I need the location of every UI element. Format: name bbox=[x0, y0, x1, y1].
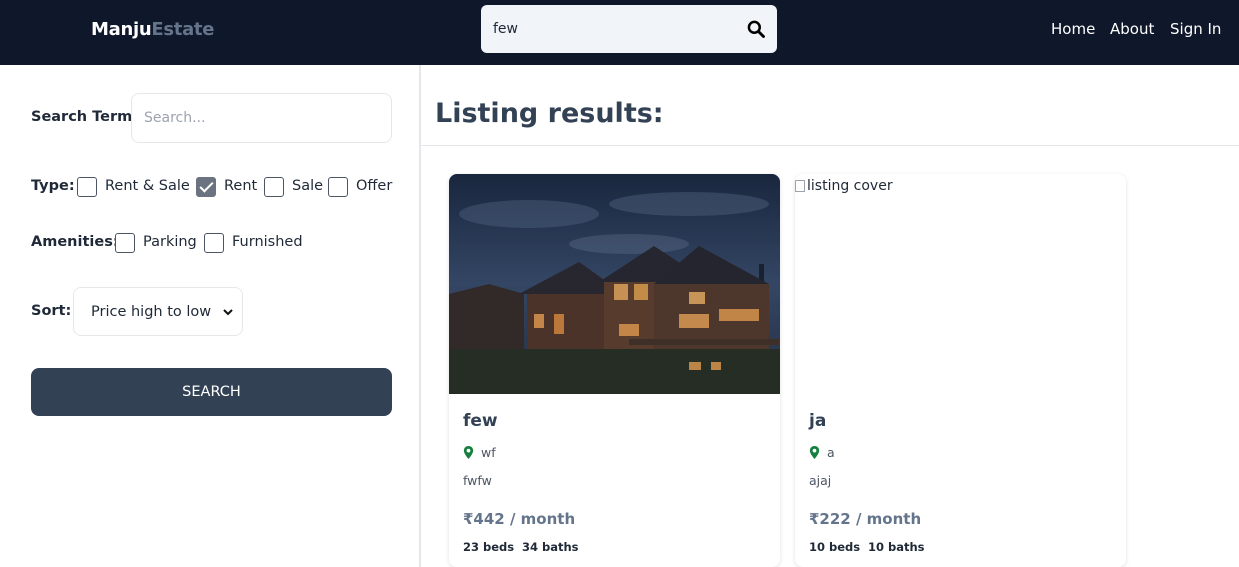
search-icon[interactable] bbox=[746, 19, 766, 39]
listing-address: wf bbox=[481, 445, 496, 460]
listing-description: fwfw bbox=[463, 473, 492, 488]
checkbox-label-offer: Offer bbox=[356, 178, 393, 194]
nav-about-link[interactable]: About bbox=[1110, 20, 1154, 38]
sort-select-value: Price high to low bbox=[91, 304, 212, 320]
checkbox-furnished[interactable] bbox=[204, 233, 224, 253]
logo-part-manju: Manju bbox=[91, 19, 152, 40]
broken-image-icon bbox=[795, 180, 805, 192]
checkbox-sale[interactable] bbox=[264, 177, 284, 197]
listing-cover-alt-text: listing cover bbox=[807, 178, 893, 194]
nav-home-link[interactable]: Home bbox=[1051, 20, 1095, 38]
search-button[interactable]: SEARCH bbox=[31, 368, 392, 416]
listing-title[interactable]: ja bbox=[809, 411, 826, 431]
listing-title[interactable]: few bbox=[463, 411, 498, 431]
listing-price: ₹222 / month bbox=[809, 510, 922, 528]
listing-baths: 34 baths bbox=[522, 540, 579, 554]
listing-card[interactable]: listing cover ja a ajaj ₹222 / month 10 … bbox=[795, 174, 1126, 567]
header-search-input[interactable] bbox=[493, 19, 733, 39]
checkbox-label-parking: Parking bbox=[143, 234, 197, 250]
checkbox-parking[interactable] bbox=[115, 233, 135, 253]
logo[interactable]: ManjuEstate bbox=[91, 19, 214, 40]
amenities-label: Amenities: bbox=[31, 234, 119, 250]
type-label: Type: bbox=[31, 178, 75, 194]
sort-select[interactable]: Price high to low bbox=[73, 287, 243, 336]
map-pin-icon bbox=[463, 446, 474, 459]
sort-label: Sort: bbox=[31, 303, 72, 319]
chevron-down-icon bbox=[223, 309, 233, 316]
checkbox-label-rent: Rent bbox=[224, 178, 258, 194]
listing-beds: 23 beds bbox=[463, 540, 515, 554]
checkbox-rent[interactable] bbox=[196, 177, 216, 197]
divider bbox=[421, 145, 1239, 146]
listing-price: ₹442 / month bbox=[463, 510, 576, 528]
checkbox-offer[interactable] bbox=[328, 177, 348, 197]
listing-baths: 10 baths bbox=[868, 540, 925, 554]
nav-sign-in-link[interactable]: Sign In bbox=[1170, 20, 1221, 38]
listing-cover-image: listing cover bbox=[795, 178, 893, 194]
map-pin-icon bbox=[809, 446, 820, 459]
logo-part-estate: Estate bbox=[151, 19, 215, 40]
checkbox-rent-and-sale[interactable] bbox=[77, 177, 97, 197]
listing-description: ajaj bbox=[809, 473, 832, 488]
search-term-input[interactable] bbox=[131, 93, 392, 143]
listing-beds: 10 beds bbox=[809, 540, 861, 554]
checkbox-label-sale: Sale bbox=[292, 178, 324, 194]
checkbox-label-furnished: Furnished bbox=[232, 234, 303, 250]
top-navbar: ManjuEstate Home About Sign In bbox=[0, 0, 1239, 65]
header-search-box bbox=[481, 5, 777, 53]
listing-cover-image bbox=[449, 174, 780, 394]
listing-address: a bbox=[827, 445, 835, 460]
listing-card[interactable]: few wf fwfw ₹442 / month 23 beds 34 bath… bbox=[449, 174, 780, 567]
checkbox-label-rent-and-sale: Rent & Sale bbox=[105, 178, 190, 194]
page-title: Listing results: bbox=[435, 98, 664, 129]
filter-sidebar: Search Term: Type: Rent & Sale Rent Sale… bbox=[0, 65, 421, 567]
search-term-label: Search Term: bbox=[31, 109, 139, 125]
